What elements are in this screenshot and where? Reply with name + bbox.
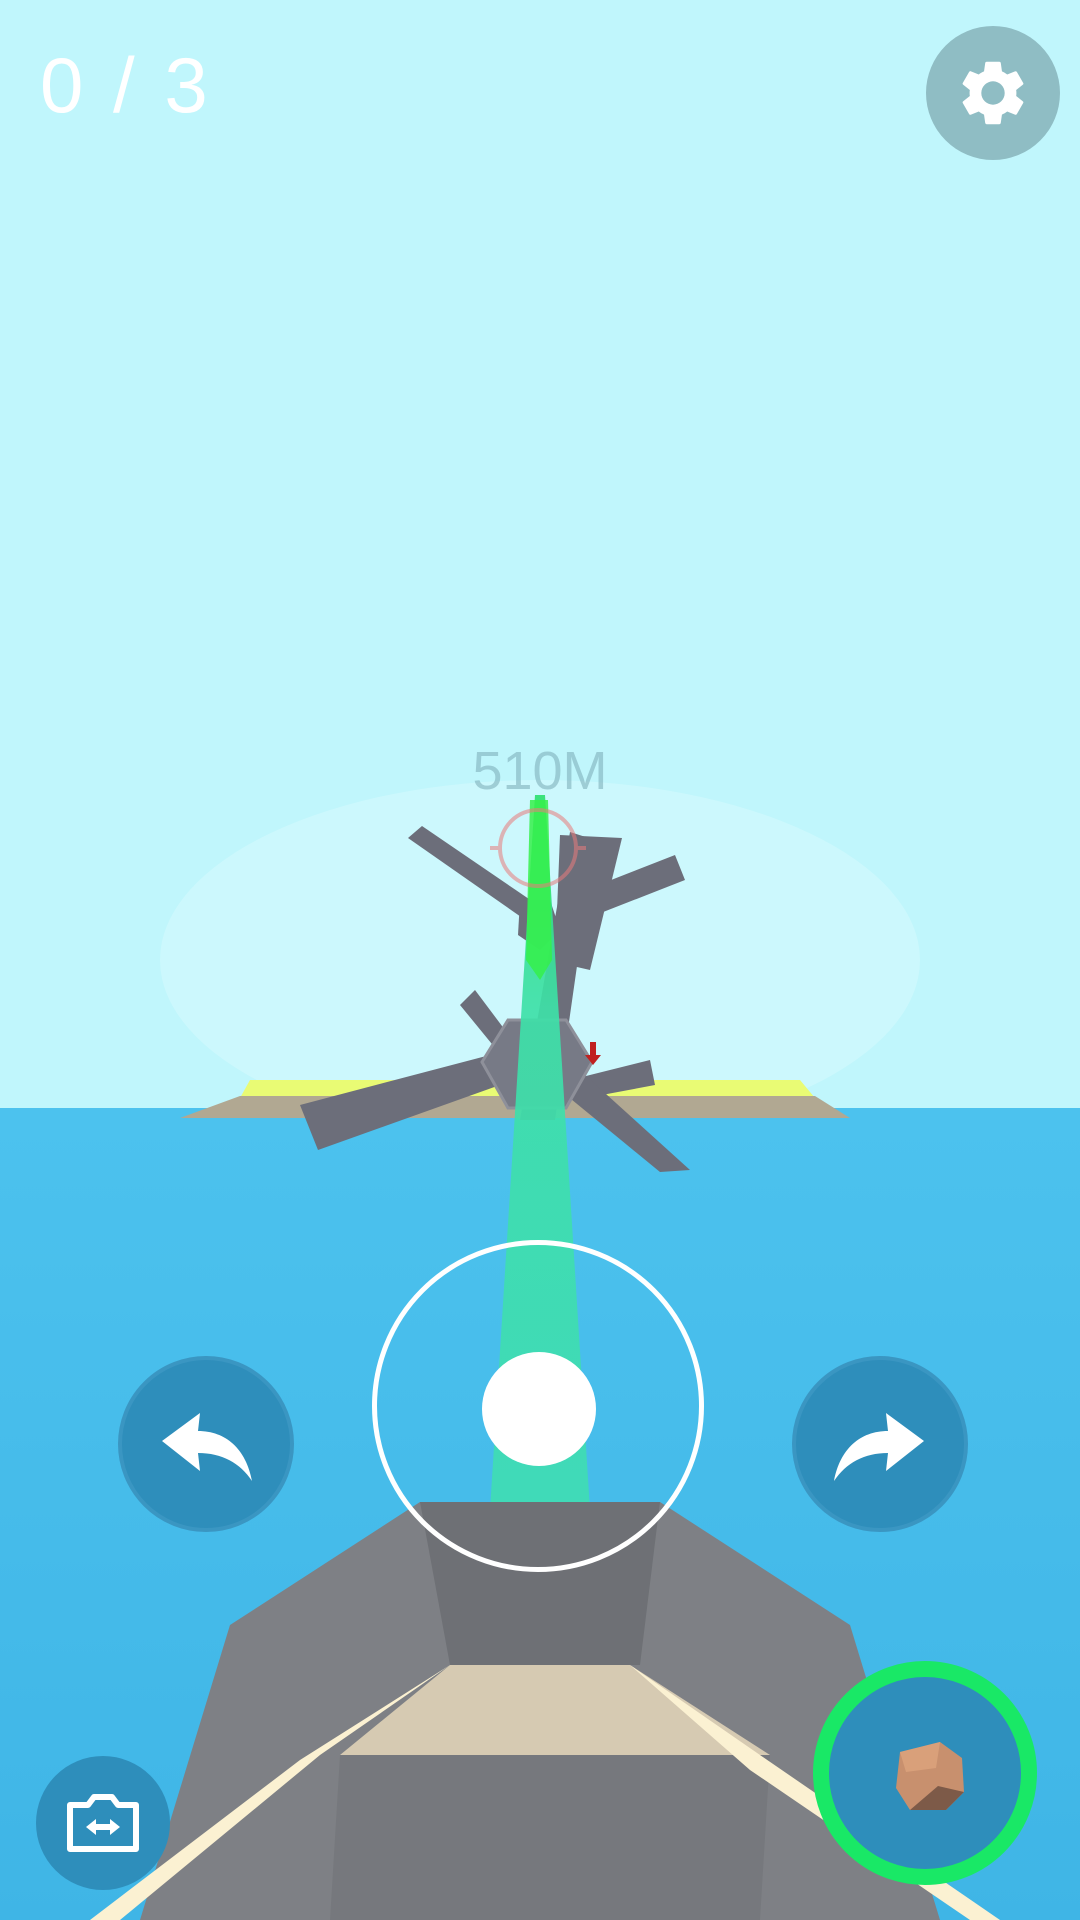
aim-joystick-knob[interactable]	[482, 1352, 596, 1466]
rock-ammo-icon	[896, 1742, 964, 1810]
rotate-left-button[interactable]	[118, 1356, 294, 1532]
progress-counter: 0 / 3	[40, 41, 212, 129]
curved-arrow-left-icon	[162, 1413, 252, 1481]
settings-button[interactable]	[926, 26, 1060, 160]
game-scene	[0, 0, 1080, 1920]
curved-arrow-right-icon	[834, 1413, 924, 1481]
fire-button-graphic	[813, 1661, 1037, 1885]
fire-button[interactable]	[812, 1660, 1038, 1886]
gear-icon	[962, 61, 1024, 125]
camera-switch-icon	[67, 1794, 139, 1852]
switch-camera-button[interactable]	[36, 1756, 170, 1890]
target-distance-label: 510M	[472, 741, 608, 801]
rotate-right-button[interactable]	[792, 1356, 968, 1532]
